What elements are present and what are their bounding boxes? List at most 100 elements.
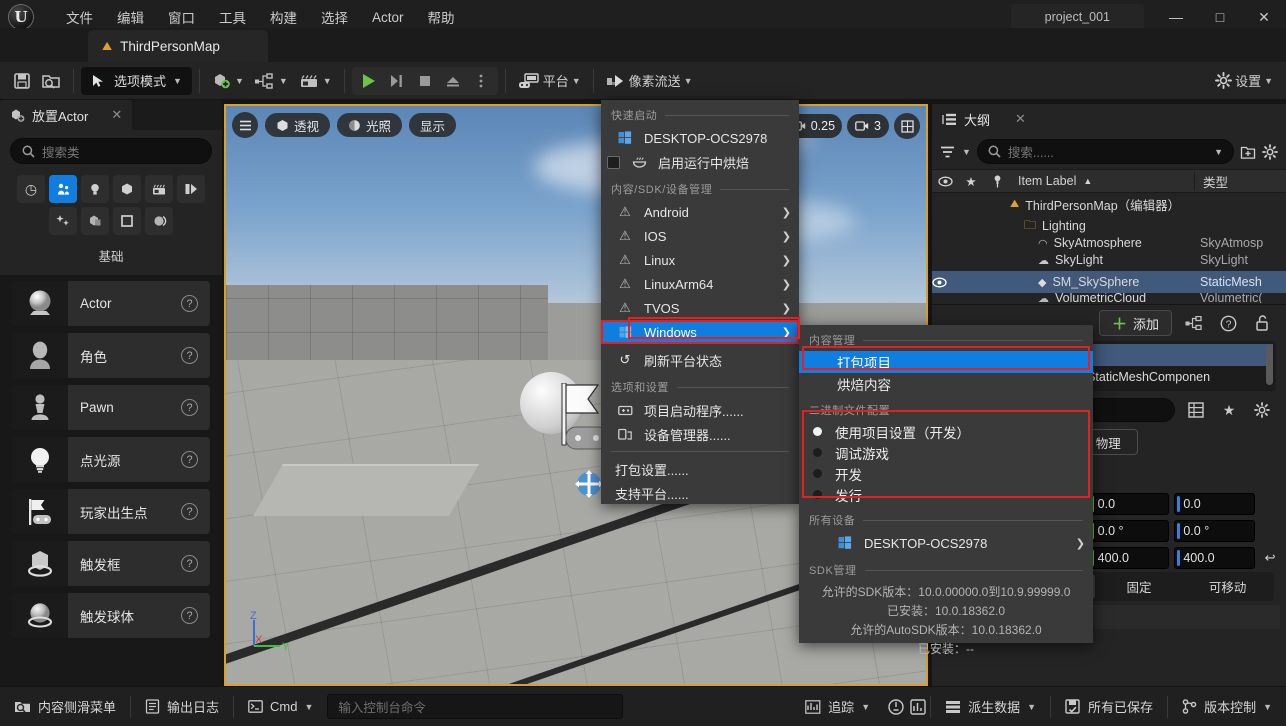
table-view-icon[interactable]: [1184, 398, 1208, 422]
perspective-dropdown[interactable]: 透视: [265, 113, 331, 137]
column-type[interactable]: 类型: [1194, 171, 1286, 191]
menu-item-cook-on-the-fly[interactable]: 启用运行中烘焙: [601, 150, 799, 174]
play-options-button[interactable]: [468, 69, 494, 93]
rotation-y-field[interactable]: 0.0 °: [1088, 519, 1170, 542]
lights-icon[interactable]: [81, 175, 109, 203]
menu-item-packaging-settings[interactable]: 打包设置......: [601, 457, 799, 481]
cinematics-button[interactable]: ▼: [293, 67, 337, 95]
step-button[interactable]: [384, 69, 410, 93]
perf-icons[interactable]: [884, 695, 930, 719]
scrollbar[interactable]: [1266, 345, 1273, 385]
list-item[interactable]: Actor ?: [12, 281, 210, 326]
new-folder-icon[interactable]: [1240, 144, 1256, 160]
pixel-streaming-dropdown[interactable]: 像素流送 ▼: [601, 67, 698, 95]
radio-debug-game[interactable]: 调试游戏: [799, 442, 1093, 463]
checkbox[interactable]: [607, 155, 620, 169]
table-row[interactable]: ☁ SkyLight SkyLight: [932, 249, 1286, 271]
close-icon[interactable]: ✕: [1015, 111, 1026, 127]
table-row[interactable]: ◆ SM_SkySphere StaticMesh: [932, 271, 1286, 293]
help-icon[interactable]: ?: [1216, 311, 1240, 335]
select-mode-dropdown[interactable]: 选项模式 ▼: [81, 66, 192, 95]
search-input[interactable]: 搜索类: [10, 138, 212, 164]
rotation-z-field[interactable]: 0.0 °: [1174, 519, 1256, 542]
tab-place-actors[interactable]: 放置Actor ✕: [0, 100, 133, 130]
geometry-icon[interactable]: [49, 207, 77, 235]
star-icon[interactable]: ★: [958, 170, 984, 192]
derived-data-dropdown[interactable]: 派生数据 ▼: [931, 695, 1050, 719]
menu-item-ios[interactable]: ⚠ IOS ❯: [601, 224, 799, 248]
tab-thirdpersonmap[interactable]: ⛰ ThirdPersonMap: [88, 30, 268, 62]
blueprint-icon[interactable]: [1182, 311, 1206, 335]
lit-dropdown[interactable]: 光照: [337, 113, 403, 137]
menu-item-tvos[interactable]: ⚠ TVOS ❯: [601, 296, 799, 320]
pin-icon[interactable]: [984, 170, 1010, 192]
source-control-dropdown[interactable]: 版本控制 ▼: [1168, 695, 1286, 719]
menu-item-cook-content[interactable]: 烘焙内容: [799, 373, 1093, 395]
list-item[interactable]: 玩家出生点 ?: [12, 489, 210, 534]
add-actor-button[interactable]: ▼: [207, 67, 249, 95]
lock-icon[interactable]: [1250, 311, 1274, 335]
eject-button[interactable]: [440, 69, 466, 93]
trace-dropdown[interactable]: 追踪 ▼: [791, 695, 884, 719]
shapes-icon[interactable]: [113, 175, 141, 203]
cinematic-icon[interactable]: [145, 175, 173, 203]
menu-item-device-desktop[interactable]: DESKTOP-OCS2978 ❯: [799, 531, 1093, 555]
viewport-menu-icon[interactable]: [232, 112, 258, 138]
radio-shipping[interactable]: 发行: [799, 484, 1093, 505]
output-log-button[interactable]: 输出日志: [131, 695, 233, 719]
visibility-toggle[interactable]: [932, 277, 958, 288]
show-dropdown[interactable]: 显示: [409, 113, 457, 137]
location-z-field[interactable]: 0.0: [1174, 492, 1256, 515]
help-icon[interactable]: ?: [181, 555, 198, 572]
list-item[interactable]: 点光源 ?: [12, 437, 210, 482]
gear-icon[interactable]: [1262, 143, 1278, 160]
scale-z-field[interactable]: 400.0: [1174, 546, 1256, 569]
scale-reset-icon[interactable]: ↩: [1260, 550, 1280, 566]
list-item[interactable]: 触发球体 ?: [12, 593, 210, 638]
recent-icon[interactable]: ◷: [17, 175, 45, 203]
radio-use-project-settings[interactable]: 使用项目设置（开发）: [799, 421, 1093, 442]
column-item-label[interactable]: Item Label: [1018, 174, 1076, 188]
close-icon[interactable]: ✕: [111, 107, 122, 123]
tab-outliner[interactable]: 大纲 ✕: [932, 104, 1286, 134]
mobility-stationary[interactable]: 固定: [1095, 574, 1184, 599]
menu-item-refresh-platform-status[interactable]: ↺ 刷新平台状态: [601, 348, 799, 372]
save-button[interactable]: [8, 67, 36, 95]
chevron-down-icon[interactable]: ▼: [962, 147, 971, 157]
menu-item-linux[interactable]: ⚠ Linux ❯: [601, 248, 799, 272]
add-component-button[interactable]: ＋ 添加: [1098, 310, 1172, 336]
gear-icon[interactable]: [1250, 398, 1274, 422]
table-row[interactable]: ⛰ ThirdPersonMap（编辑器）: [932, 193, 1286, 215]
help-icon[interactable]: ?: [181, 451, 198, 468]
table-row[interactable]: ◠ SkyAtmosphere SkyAtmosp: [932, 237, 1286, 249]
eye-icon[interactable]: [932, 170, 958, 192]
all-classes-icon[interactable]: [113, 207, 141, 235]
outliner-search-input[interactable]: 搜索...... ▼: [976, 139, 1234, 164]
viewport-layout-icon[interactable]: [894, 113, 920, 139]
menu-item-windows[interactable]: Windows ❯: [601, 320, 799, 344]
camera-count-indicator[interactable]: 3: [847, 114, 889, 138]
table-row[interactable]: ☁ VolumetricCloud Volumetric(: [932, 293, 1286, 303]
menu-item-device-manager[interactable]: 设备管理器......: [601, 422, 799, 446]
chevron-down-icon[interactable]: ▼: [1214, 147, 1223, 157]
filter-icon[interactable]: [940, 145, 956, 159]
scale-y-field[interactable]: 400.0: [1088, 546, 1170, 569]
stop-button[interactable]: [412, 69, 438, 93]
help-icon[interactable]: ?: [181, 607, 198, 624]
layers-icon[interactable]: [145, 207, 173, 235]
help-icon[interactable]: ?: [181, 347, 198, 364]
help-icon[interactable]: ?: [181, 503, 198, 520]
content-drawer-button[interactable]: 内容侧滑菜单: [0, 695, 130, 719]
menu-item-supported-platforms[interactable]: 支持平台......: [601, 481, 799, 505]
mobility-movable[interactable]: 可移动: [1183, 574, 1272, 599]
location-y-field[interactable]: 0.0: [1088, 492, 1170, 515]
menu-actor[interactable]: Actor: [360, 5, 416, 30]
menu-item-desktop-device[interactable]: DESKTOP-OCS2978: [601, 126, 799, 150]
platform-dropdown[interactable]: 平台 ▼: [513, 67, 586, 95]
menu-item-package-project[interactable]: 打包项目: [799, 351, 1093, 373]
menu-item-project-launcher[interactable]: 项目启动程序......: [601, 398, 799, 422]
play-button[interactable]: [356, 69, 382, 93]
list-item[interactable]: Pawn ?: [12, 385, 210, 430]
radio-development[interactable]: 开发: [799, 463, 1093, 484]
help-icon[interactable]: ?: [181, 399, 198, 416]
